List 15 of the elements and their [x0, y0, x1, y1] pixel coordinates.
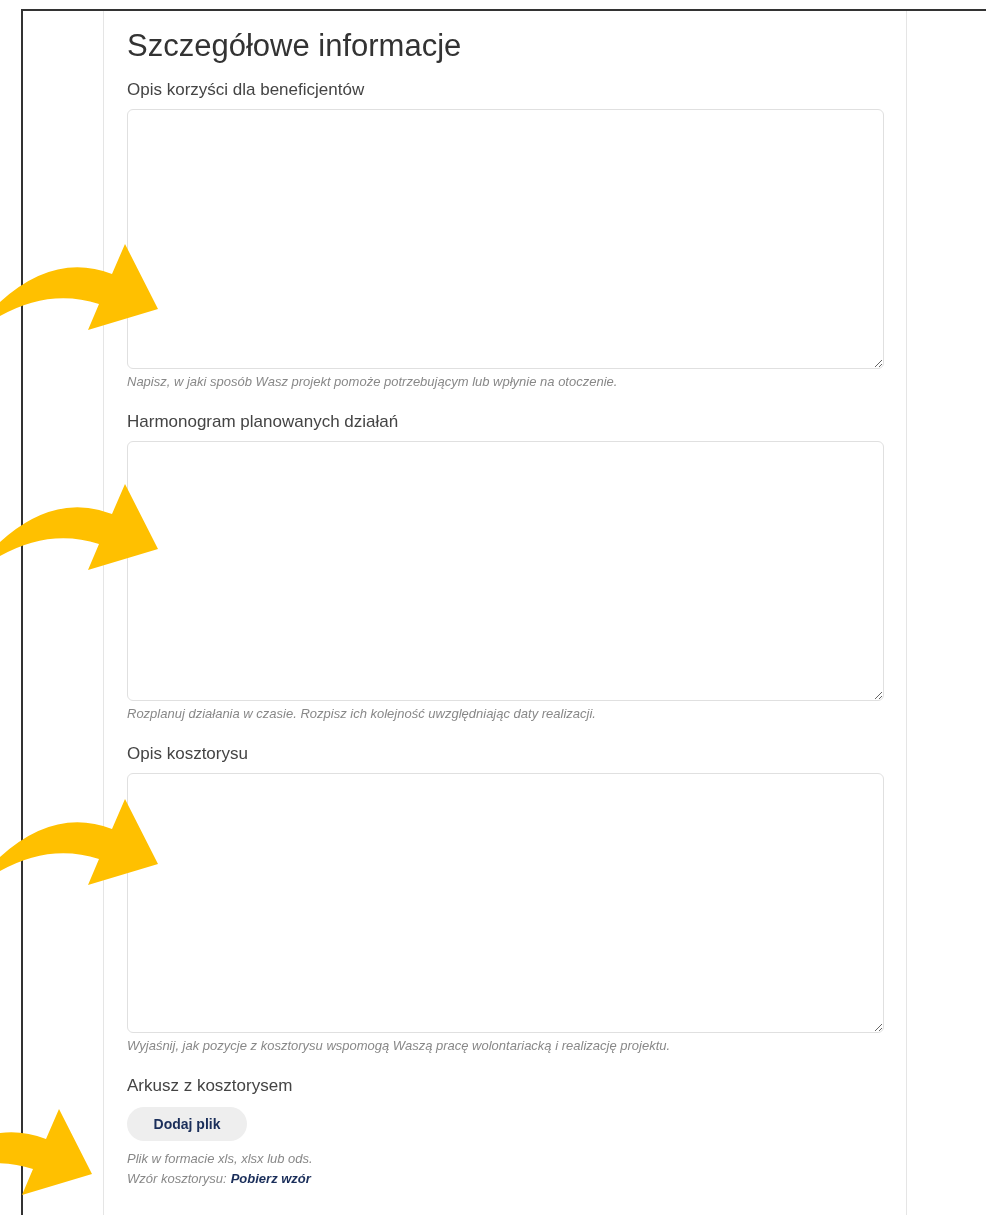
- field-label: Arkusz z kosztorysem: [127, 1075, 294, 1097]
- download-template-link[interactable]: Pobierz wzór: [230, 1169, 311, 1189]
- text-area[interactable]: [127, 773, 884, 1033]
- text-area[interactable]: [127, 441, 884, 701]
- template-label: Wzór kosztorysu:: [127, 1170, 227, 1188]
- field-label: Opis kosztorysu: [127, 743, 249, 765]
- field-hint: Napisz, w jaki sposób Wasz projekt pomoże potrzebującym lub wpłynie na otoczenie.: [127, 373, 619, 391]
- field-label: Harmonogram planowanych działań: [127, 411, 400, 433]
- field-hint: Plik w formacie xls, xlsx lub ods.: [127, 1150, 313, 1168]
- section-title: Szczegółowe informacje: [127, 27, 463, 65]
- field-hint: Wyjaśnij, jak pozycje z kosztorysu wspomogą Waszą pracę wolontariacką i realizację projektu.: [127, 1037, 672, 1055]
- field-hint: Rozplanuj działania w czasie. Rozpisz ich kolejność uwzględniając daty realizacji.: [127, 705, 597, 723]
- text-area[interactable]: [127, 109, 884, 369]
- add-file-button[interactable]: Dodaj plik: [127, 1107, 247, 1141]
- field-label: Opis korzyści dla beneficjentów: [127, 79, 366, 101]
